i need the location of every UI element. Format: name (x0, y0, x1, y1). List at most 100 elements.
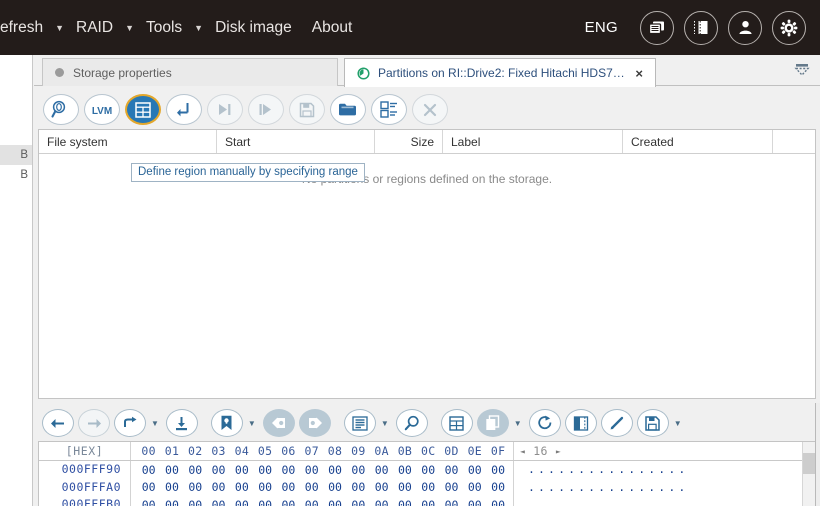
windows-icon[interactable] (640, 10, 674, 45)
hex-bytes-per-row-control[interactable]: ◄ 16 ► (514, 442, 815, 460)
hex-byte-cell[interactable]: 00 (277, 480, 300, 494)
hex-byte-cell[interactable]: 00 (230, 463, 253, 477)
column-header-blank[interactable] (773, 130, 815, 153)
hex-byte-cell[interactable]: 00 (137, 480, 160, 494)
menu-item-tools[interactable]: Tools (136, 15, 192, 41)
column-header-created[interactable]: Created (623, 130, 773, 153)
close-icon[interactable]: × (635, 67, 643, 80)
column-header-file-system[interactable]: File system (39, 130, 217, 153)
menu-item-refresh[interactable]: efresh (0, 15, 53, 41)
hex-byte-cell[interactable]: 00 (160, 480, 183, 494)
column-header-start[interactable]: Start (217, 130, 375, 153)
chevron-down-icon[interactable]: ▼ (674, 419, 682, 428)
hex-byte-cell[interactable]: 00 (393, 463, 416, 477)
outer-vertical-scrollbar[interactable] (815, 403, 820, 506)
settings-gear-icon[interactable] (772, 10, 806, 45)
save-partitions-button[interactable] (288, 94, 325, 125)
toggle-panel-button[interactable] (564, 409, 597, 437)
hex-byte-cell[interactable]: 00 (137, 463, 160, 477)
hex-byte-cell[interactable]: 00 (253, 498, 276, 506)
hex-byte-cell[interactable]: 00 (370, 498, 393, 506)
hex-byte-cell[interactable]: 00 (440, 498, 463, 506)
templates-button[interactable] (343, 409, 376, 437)
hex-byte-cell[interactable]: 00 (393, 498, 416, 506)
hex-byte-cell[interactable]: 00 (440, 463, 463, 477)
hex-row[interactable]: 000FFFB0 00 00 00 00 00 00 00 00 00 00 00 00 00 00 00 00… (39, 496, 815, 506)
hex-data-view[interactable]: [HEX] 00 01 02 03 04 05 06 07 08 09 0A 0B 0C 0D 0E 0F ◄… (38, 441, 816, 506)
hex-row-ascii[interactable]: ................ (514, 479, 815, 497)
hex-byte-cell[interactable]: 00 (417, 498, 440, 506)
next-partition-button[interactable] (206, 94, 243, 125)
menu-item-about[interactable]: About (302, 15, 363, 41)
open-folder-button[interactable] (329, 94, 366, 125)
next-bookmark-button[interactable] (298, 409, 331, 437)
load-region-button[interactable] (165, 94, 202, 125)
hex-byte-cell[interactable]: 00 (207, 480, 230, 494)
language-indicator[interactable]: ENG (585, 19, 618, 36)
panel-layout-icon[interactable] (684, 10, 718, 45)
tab-storage-properties[interactable]: Storage properties (42, 58, 338, 86)
hex-row[interactable]: 000FFFA0 00 00 00 00 00 00 00 00 00 00 00 00 00 00 00 00… (39, 478, 815, 497)
chevron-down-icon[interactable]: ▼ (123, 24, 136, 33)
hex-row-bytes[interactable]: 00 00 00 00 00 00 00 00 00 00 00 00 00 00 00 00 (131, 461, 514, 479)
sidebar-row-selected[interactable]: B (0, 145, 32, 165)
hex-byte-cell[interactable]: 00 (160, 463, 183, 477)
hex-byte-cell[interactable]: 00 (184, 498, 207, 506)
hex-byte-cell[interactable]: 00 (277, 498, 300, 506)
next-arrow-icon[interactable]: ► (556, 447, 561, 456)
column-header-size[interactable]: Size (375, 130, 443, 153)
hex-byte-cell[interactable]: 00 (347, 480, 370, 494)
hex-byte-cell[interactable]: 00 (300, 480, 323, 494)
prev-arrow-icon[interactable]: ◄ (520, 447, 525, 456)
refresh-button[interactable] (528, 409, 561, 437)
hex-byte-cell[interactable]: 00 (277, 463, 300, 477)
save-selection-button[interactable] (165, 409, 198, 437)
hex-byte-cell[interactable]: 00 (300, 498, 323, 506)
hex-byte-cell[interactable]: 00 (323, 498, 346, 506)
hex-byte-cell[interactable]: 00 (463, 498, 486, 506)
copy-button[interactable] (476, 409, 509, 437)
chevron-down-icon[interactable]: ▼ (192, 24, 205, 33)
hex-byte-cell[interactable]: 00 (393, 480, 416, 494)
edit-button[interactable] (600, 409, 633, 437)
navigate-forward-button[interactable] (78, 409, 110, 437)
hex-row-bytes[interactable]: 00 00 00 00 00 00 00 00 00 00 00 00 00 00 00 00 (131, 478, 514, 496)
go-to-offset-button[interactable] (114, 409, 146, 437)
hex-byte-cell[interactable]: 00 (160, 498, 183, 506)
menu-item-raid[interactable]: RAID (66, 15, 123, 41)
hex-byte-cell[interactable]: 00 (323, 480, 346, 494)
hex-byte-cell[interactable]: 00 (323, 463, 346, 477)
hex-row-ascii[interactable]: ................ (514, 461, 815, 479)
hex-vertical-scrollbar[interactable] (802, 442, 815, 506)
hex-byte-cell[interactable]: 00 (253, 480, 276, 494)
save-file-button[interactable] (636, 409, 669, 437)
lvm-button[interactable]: LVM (83, 94, 120, 125)
hex-byte-cell[interactable]: 00 (370, 480, 393, 494)
hex-byte-cell[interactable]: 00 (347, 498, 370, 506)
bookmark-button[interactable] (210, 409, 243, 437)
hex-byte-cell[interactable]: 00 (486, 498, 509, 506)
hex-row[interactable]: 000FFF90 00 00 00 00 00 00 00 00 00 00 00 00 00 00 00 00… (39, 461, 815, 479)
hex-byte-cell[interactable]: 00 (184, 480, 207, 494)
hex-byte-cell[interactable]: 00 (207, 463, 230, 477)
define-region-manually-button[interactable] (124, 94, 161, 125)
hex-byte-cell[interactable]: 00 (463, 480, 486, 494)
hex-byte-cell[interactable]: 00 (486, 463, 509, 477)
menu-item-disk-image[interactable]: Disk image (205, 15, 302, 41)
chevron-down-icon[interactable]: ▼ (514, 419, 522, 428)
hex-byte-cell[interactable]: 00 (347, 463, 370, 477)
hex-byte-cell[interactable]: 00 (230, 498, 253, 506)
grid-view-button[interactable] (440, 409, 473, 437)
storage-tree-sidebar[interactable]: B B (0, 55, 33, 506)
hex-byte-cell[interactable]: 00 (417, 480, 440, 494)
hex-byte-cell[interactable]: 00 (253, 463, 276, 477)
hex-byte-cell[interactable]: 00 (137, 498, 160, 506)
hex-byte-cell[interactable]: 00 (230, 480, 253, 494)
hex-byte-cell[interactable]: 00 (184, 463, 207, 477)
column-header-label[interactable]: Label (443, 130, 623, 153)
previous-bookmark-button[interactable] (262, 409, 295, 437)
step-forward-button[interactable] (247, 94, 284, 125)
chevron-down-icon[interactable]: ▼ (381, 419, 389, 428)
scan-for-partitions-button[interactable] (42, 94, 79, 125)
hex-byte-cell[interactable]: 00 (463, 463, 486, 477)
